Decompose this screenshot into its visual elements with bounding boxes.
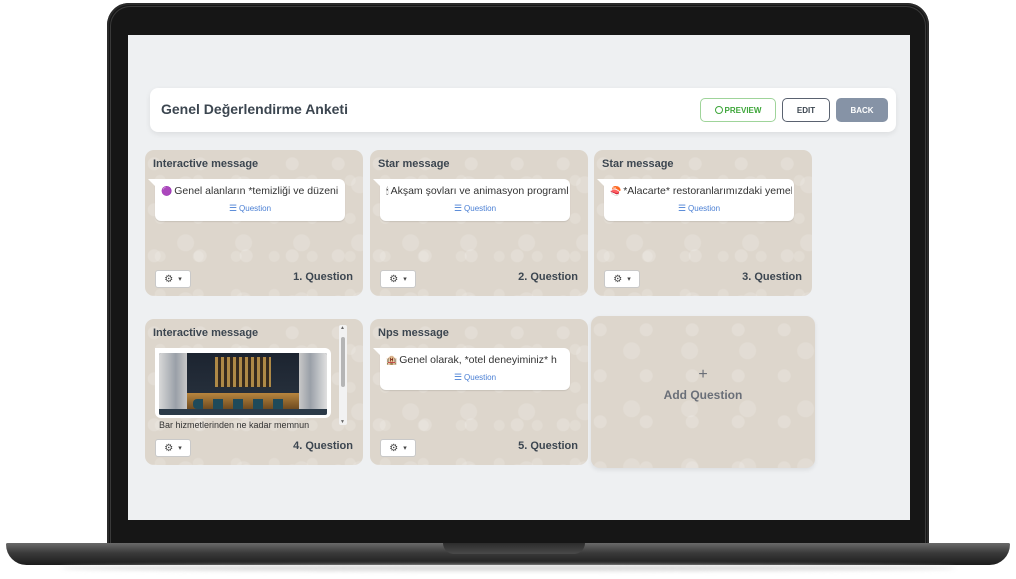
preview-button[interactable]: PREVIEW (700, 98, 776, 122)
list-icon: ☰ (453, 203, 463, 213)
card-type-label: Nps message (378, 327, 449, 339)
card-type-label: Star message (378, 158, 450, 170)
scrollbar-thumb[interactable] (341, 337, 345, 387)
add-question-button[interactable]: + Add Question (591, 316, 815, 468)
card-type-label: Interactive message (153, 327, 259, 339)
image-message-bubble (155, 348, 331, 418)
settings-dropdown-button[interactable]: ⚙ ▾ (380, 270, 416, 288)
question-link[interactable]: ☰ Question (380, 372, 570, 383)
app-screen: Genel Değerlendirme Anketi PREVIEW EDIT … (128, 35, 910, 520)
question-link[interactable]: ☰ Question (155, 203, 345, 214)
gear-icon: ⚙ (389, 273, 399, 285)
settings-dropdown-button[interactable]: ⚙ ▾ (604, 270, 640, 288)
question-number: 1. Question (293, 271, 353, 283)
message-text: 🟣 Genel alanların *temizliği ve düzeni (161, 185, 339, 197)
list-icon: ☰ (677, 203, 687, 213)
chevron-down-icon: ▾ (178, 445, 182, 452)
gear-icon: ⚙ (164, 273, 174, 285)
list-icon: ☰ (453, 372, 463, 382)
card-type-label: Interactive message (153, 158, 259, 170)
message-emoji-icon: 🏨 (386, 355, 398, 365)
message-bubble: 🕯 Akşam şovları ve animasyon programları … (373, 179, 570, 221)
question-number: 4. Question (293, 440, 353, 452)
edit-button[interactable]: EDIT (782, 98, 830, 122)
question-number: 5. Question (518, 440, 578, 452)
scrollbar[interactable]: ▲ ▼ (339, 325, 347, 425)
chevron-down-icon: ▾ (178, 276, 182, 283)
question-link[interactable]: ☰ Question (380, 203, 570, 214)
chevron-down-icon: ▾ (627, 276, 631, 283)
message-text: 🕯 Akşam şovları ve animasyon programları (386, 185, 568, 197)
message-text: Bar hizmetlerinden ne kadar memnun (159, 420, 310, 430)
laptop-shadow (60, 565, 956, 571)
settings-dropdown-button[interactable]: ⚙ ▾ (155, 270, 191, 288)
question-card-3[interactable]: Star message 🍣 *Alacarte* restoranlarımız… (594, 150, 812, 296)
message-text: 🏨 Genel olarak, *otel deneyiminiz* h (386, 354, 557, 366)
question-number: 3. Question (742, 271, 802, 283)
gear-icon: ⚙ (613, 273, 623, 285)
message-bubble: 🍣 *Alacarte* restoranlarımızdaki yemekler… (597, 179, 794, 221)
question-card-5[interactable]: Nps message 🏨 Genel olarak, *otel deneyim… (370, 319, 588, 465)
question-card-4[interactable]: Interactive message Bar hizmetlerinden n… (145, 319, 363, 465)
chevron-down-icon: ▾ (403, 276, 407, 283)
question-card-2[interactable]: Star message 🕯 Akşam şovları ve animasyon… (370, 150, 588, 296)
chevron-down-icon: ▾ (403, 445, 407, 452)
gear-icon: ⚙ (164, 442, 174, 454)
scroll-up-icon[interactable]: ▲ (340, 325, 345, 331)
settings-dropdown-button[interactable]: ⚙ ▾ (155, 439, 191, 457)
bar-photo (159, 353, 327, 415)
question-card-1[interactable]: Interactive message 🟣 Genel alanların *te… (145, 150, 363, 296)
message-emoji-icon: 🍣 (610, 186, 622, 196)
gear-icon: ⚙ (389, 442, 399, 454)
plus-icon: + (698, 366, 708, 383)
preview-label: PREVIEW (724, 105, 762, 115)
message-text: 🍣 *Alacarte* restoranlarımızdaki yemekler (610, 185, 792, 197)
message-emoji-icon: 🕯 (386, 186, 389, 196)
settings-dropdown-button[interactable]: ⚙ ▾ (380, 439, 416, 457)
message-bubble: 🟣 Genel alanların *temizliği ve düzeni ☰ Q… (148, 179, 345, 221)
question-link[interactable]: ☰ Question (604, 203, 794, 214)
page-title: Genel Değerlendirme Anketi (161, 101, 348, 117)
scroll-down-icon[interactable]: ▼ (340, 419, 345, 425)
laptop-notch (443, 543, 585, 554)
list-icon: ☰ (228, 203, 238, 213)
message-emoji-icon: 🟣 (161, 186, 173, 196)
add-question-label: Add Question (663, 388, 743, 402)
survey-header: Genel Değerlendirme Anketi PREVIEW EDIT … (150, 88, 896, 132)
back-button[interactable]: BACK (836, 98, 888, 122)
message-bubble: 🏨 Genel olarak, *otel deneyiminiz* h ☰ Que… (373, 348, 570, 390)
question-number: 2. Question (518, 271, 578, 283)
card-type-label: Star message (602, 158, 674, 170)
whatsapp-icon (714, 106, 723, 114)
